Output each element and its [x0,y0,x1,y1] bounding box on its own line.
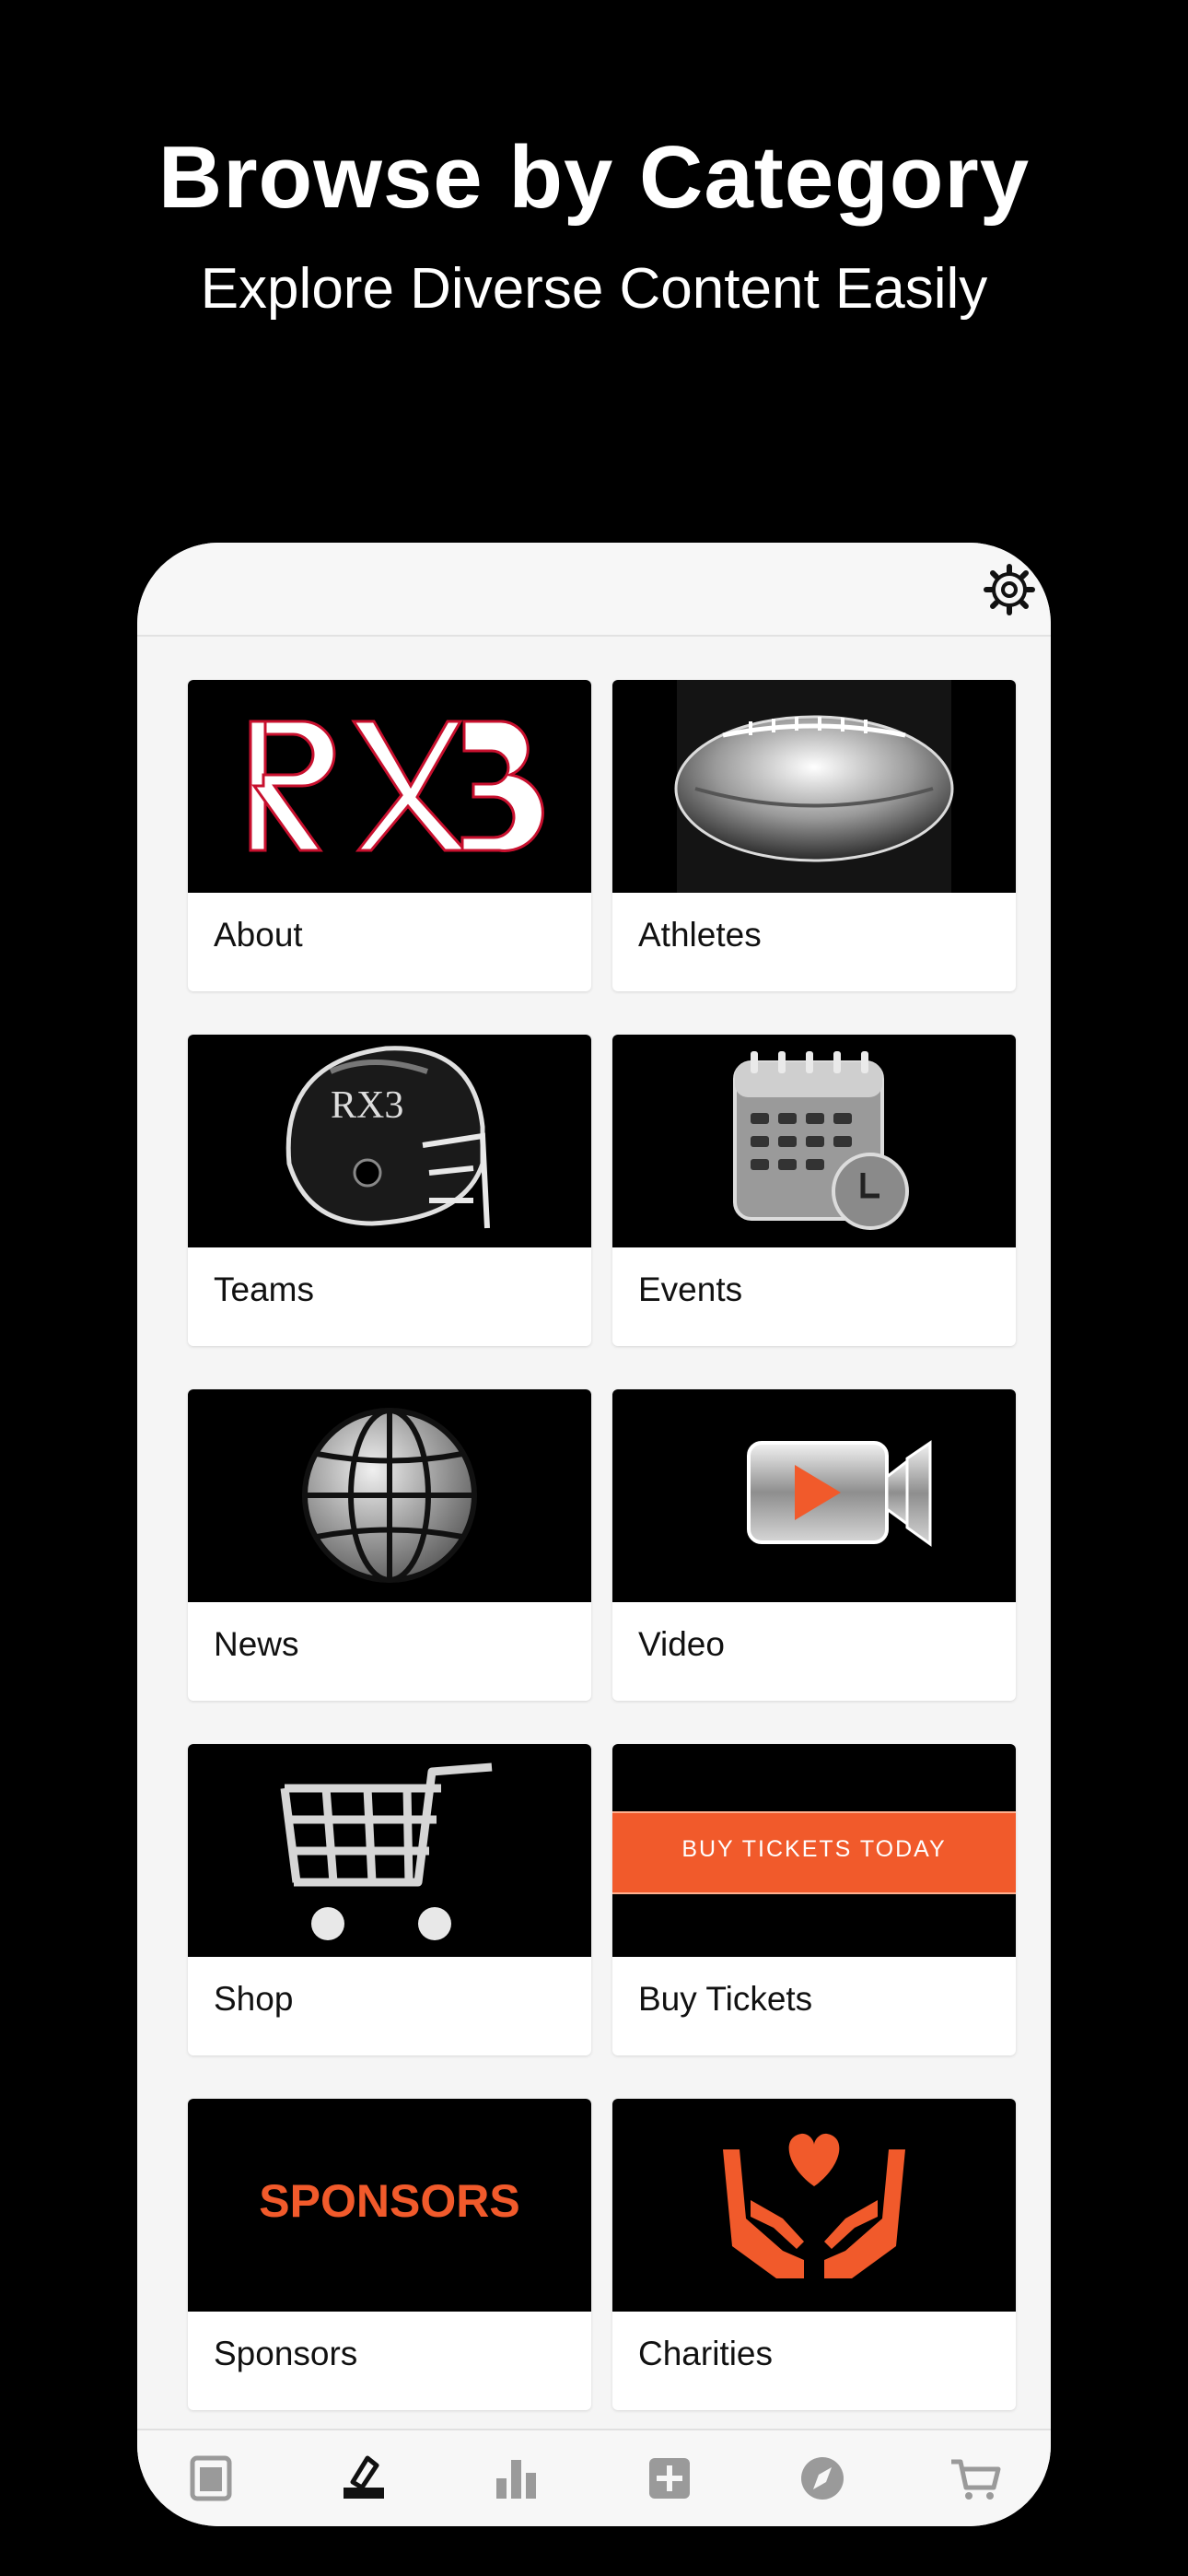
tab-add[interactable] [642,2451,697,2506]
category-card-athletes[interactable]: Athletes [612,680,1016,991]
category-card-events[interactable]: Events [612,1035,1016,1346]
cart-icon [951,2459,1001,2500]
phone-screen: About Athletes RX3 Teams Events News Vid… [137,543,1051,2526]
category-label: News [214,1625,299,1663]
category-label: Teams [214,1270,314,1308]
buy-tickets-banner: BUY TICKETS TODAY [612,1744,1016,1957]
stats-icon [496,2460,536,2499]
tab-compass[interactable] [795,2451,850,2506]
category-label: Athletes [638,916,762,954]
compass-icon [801,2457,844,2500]
tab-ballot[interactable] [336,2451,391,2506]
add-icon [649,2458,690,2499]
category-card-video[interactable]: Video [612,1389,1016,1701]
category-label: Video [638,1625,725,1663]
charity-hands-icon [612,2099,1016,2312]
cart-icon [188,1744,591,1957]
category-card-shop[interactable]: Shop [188,1744,591,2055]
buy-tickets-banner-text: BUY TICKETS TODAY [681,1836,947,1862]
category-label: Buy Tickets [638,1980,813,2018]
category-card-about[interactable]: About [188,680,591,991]
hero-title: Browse by Category [157,128,1031,227]
category-label: Sponsors [214,2335,358,2372]
tab-bar [137,2429,1051,2526]
category-card-teams[interactable]: RX3 Teams [188,1035,591,1346]
gear-icon[interactable] [983,563,1036,616]
category-card-buy-tickets[interactable]: BUY TICKETS TODAY Buy Tickets [612,1744,1016,2055]
ballot-icon [344,2455,384,2499]
calendar-icon [612,1035,1016,1247]
category-label: Charities [638,2335,773,2372]
sponsors-wordmark-text: SPONSORS [259,2175,520,2227]
top-bar [137,543,1051,637]
helmet-icon: RX3 [188,1035,591,1247]
rx3-logo [188,680,591,893]
category-card-news[interactable]: News [188,1389,591,1701]
category-label: Events [638,1270,743,1308]
category-label: About [214,916,303,954]
news-icon [190,2455,232,2501]
video-camera-icon [612,1389,1016,1602]
tab-cart[interactable] [948,2451,1003,2506]
category-card-charities[interactable]: Charities [612,2099,1016,2410]
svg-text:RX3: RX3 [331,1084,403,1127]
globe-icon [188,1389,591,1602]
tab-stats[interactable] [489,2451,544,2506]
category-card-sponsors[interactable]: SPONSORS Sponsors [188,2099,591,2410]
hero-subtitle: Explore Diverse Content Easily [200,257,988,321]
category-label: Shop [214,1980,294,2018]
tab-news[interactable] [183,2451,239,2506]
sponsors-wordmark: SPONSORS [188,2099,591,2312]
football-icon [612,680,1016,893]
